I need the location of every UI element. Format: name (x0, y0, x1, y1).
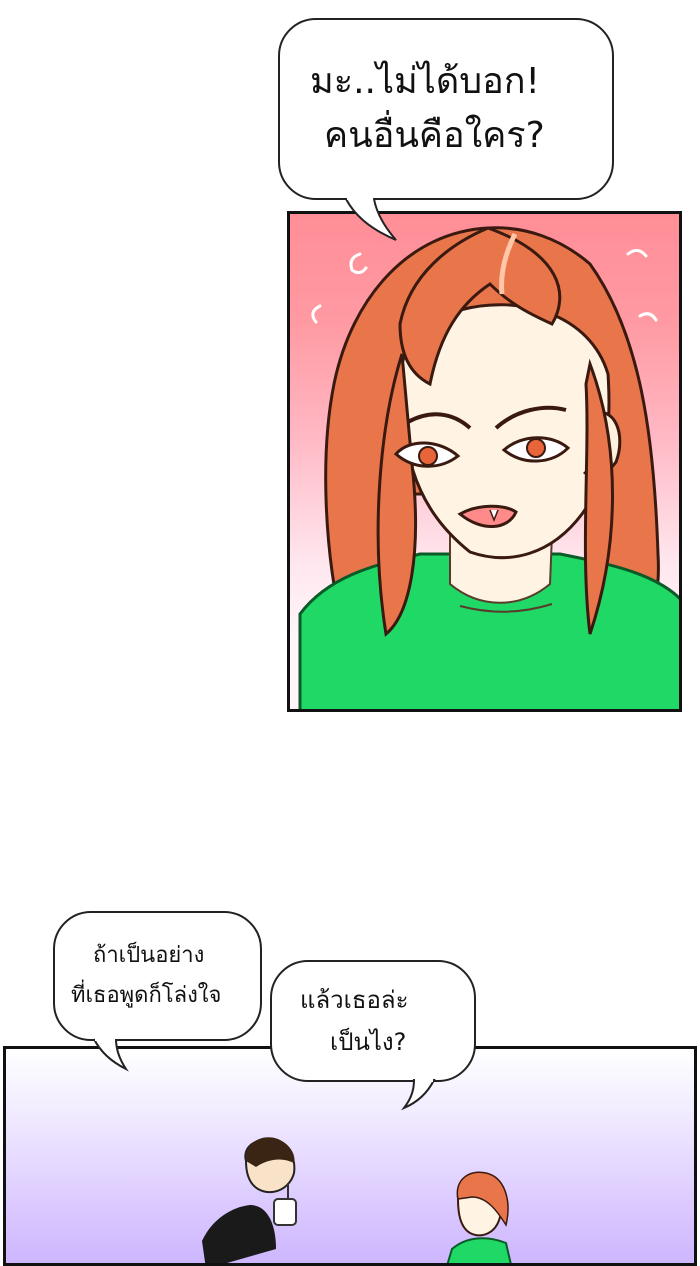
speech-bubble-tail-left (93, 1037, 129, 1072)
boy-figure (202, 1137, 297, 1263)
speech-bubble-top: มะ..ไม่ได้บอก! คนอื่นคือใคร? (278, 18, 614, 200)
speech-bubble-tail-right (400, 1078, 436, 1111)
speech-text-line-1: แล้วเธอล่ะ (300, 986, 409, 1014)
speech-text-line-2: เป็นไง? (330, 1028, 407, 1056)
speech-text-line-2: ที่เธอพูดก็โล่งใจ (71, 983, 222, 1008)
girl-figure (446, 1171, 512, 1263)
speech-bubble-left: ถ้าเป็นอย่าง ที่เธอพูดก็โล่งใจ (53, 911, 262, 1041)
speech-bubble-tail-top (345, 196, 397, 241)
speech-bubble-right: แล้วเธอล่ะ เป็นไง? (270, 960, 476, 1082)
speech-text-line-1: ถ้าเป็นอย่าง (93, 943, 205, 968)
girl-closeup-illustration (298, 226, 679, 709)
speech-text-line-2: คนอื่นคือใคร? (324, 115, 545, 156)
speech-text-line-1: มะ..ไม่ได้บอก! (310, 61, 540, 102)
comic-panel-girl-closeup (287, 211, 682, 712)
